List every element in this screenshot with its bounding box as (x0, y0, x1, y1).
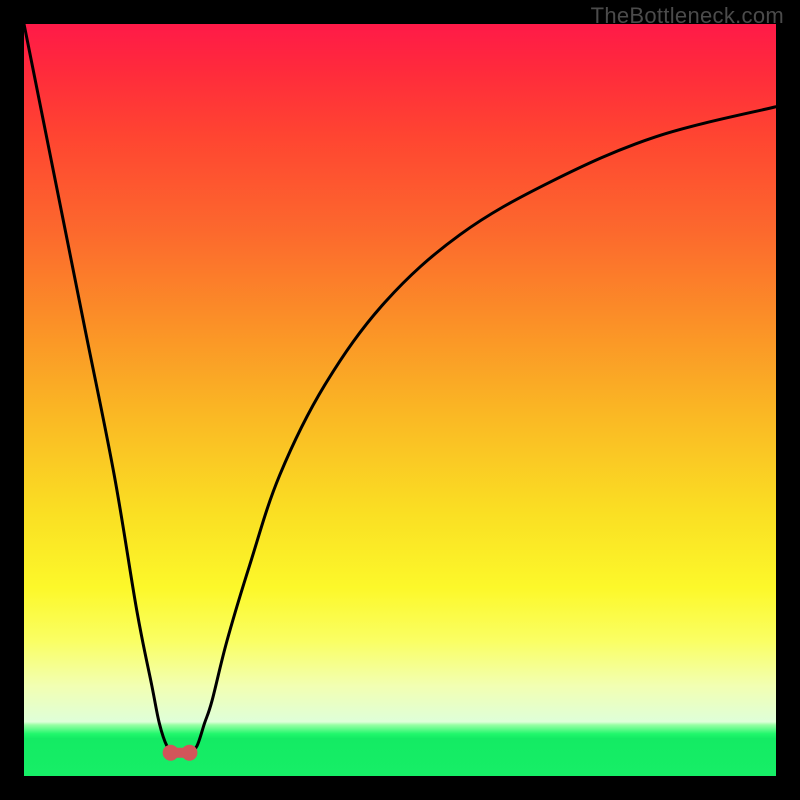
plot-area (24, 24, 776, 776)
chart-frame: TheBottleneck.com (0, 0, 800, 800)
minimum-points-0 (163, 745, 179, 761)
minimum-points-1 (181, 745, 197, 761)
curve-left-branch (24, 24, 174, 753)
watermark-text: TheBottleneck.com (591, 3, 784, 29)
curve-right-branch (189, 107, 776, 754)
curve-layer (24, 24, 776, 776)
